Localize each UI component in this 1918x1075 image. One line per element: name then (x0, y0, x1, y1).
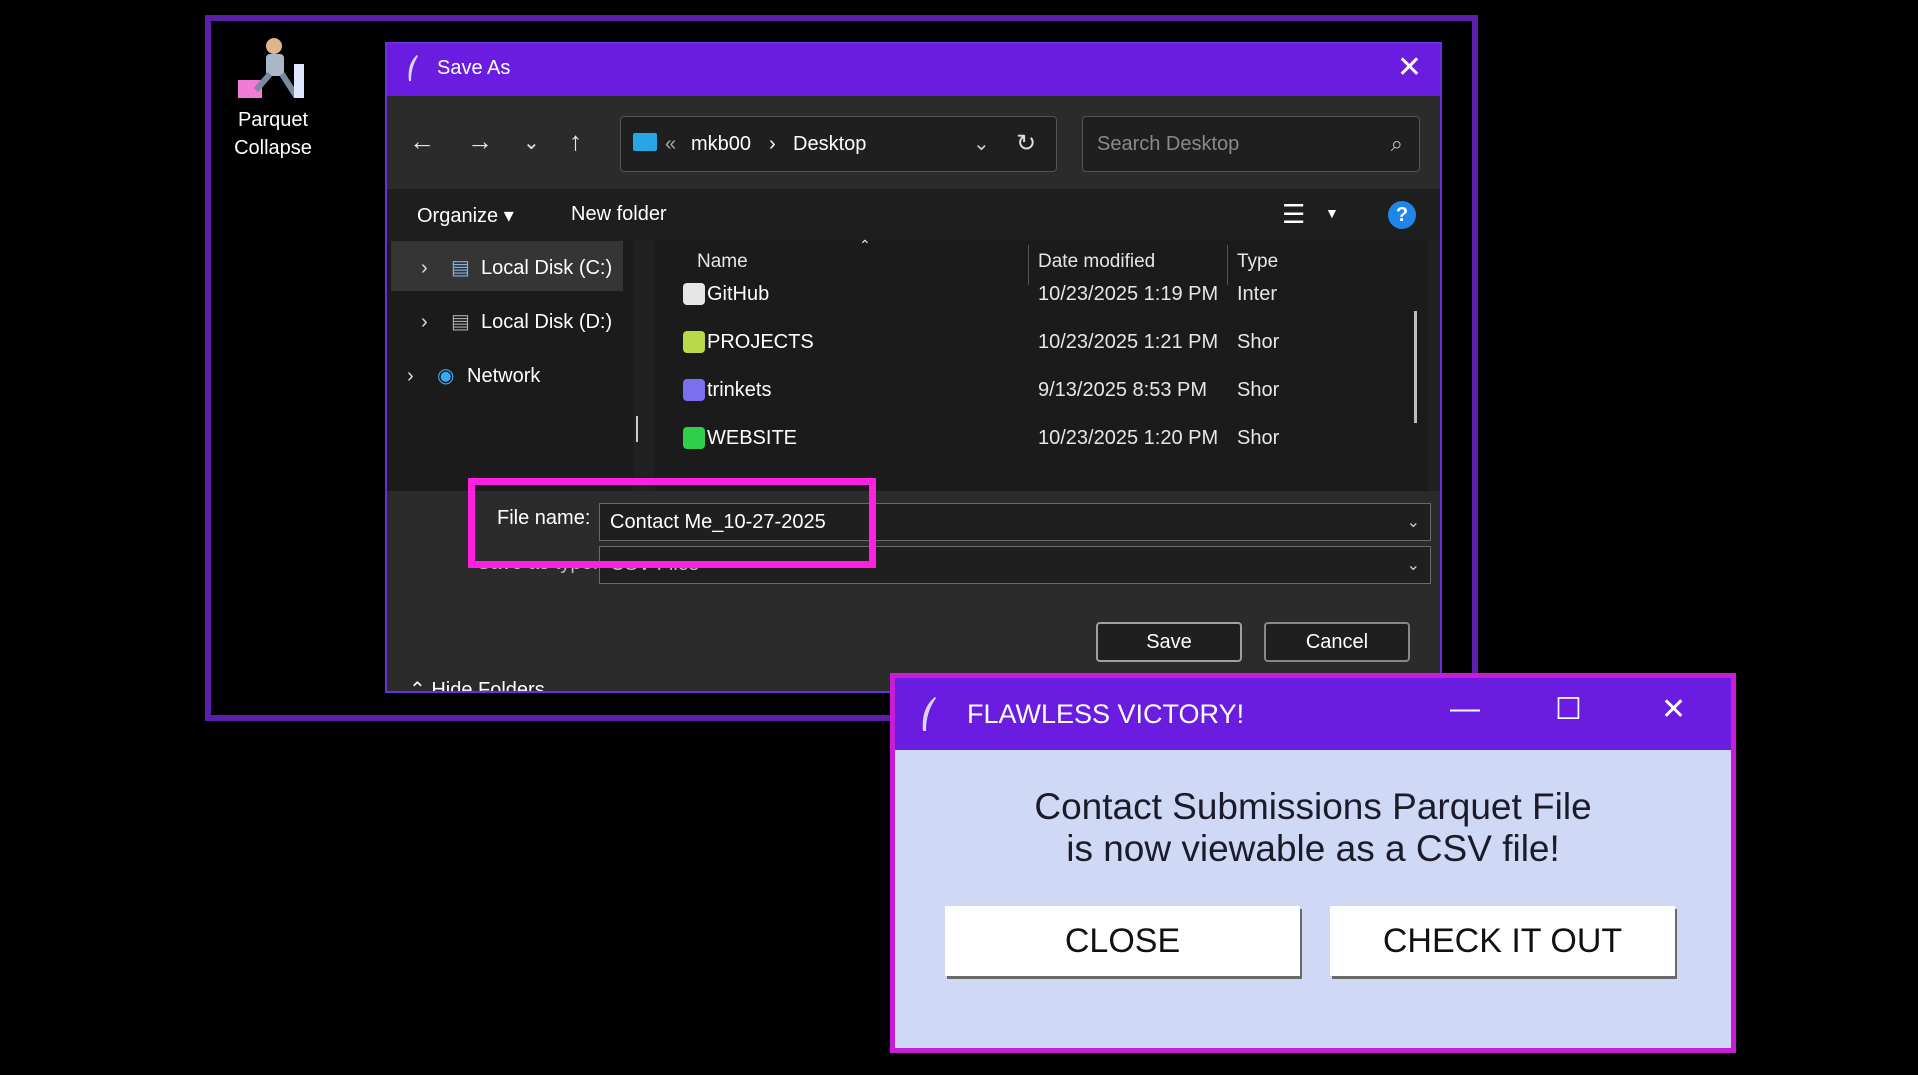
refresh-icon[interactable]: ↻ (1016, 129, 1036, 158)
save-as-titlebar[interactable]: Save As ✕ (387, 44, 1440, 96)
new-folder-button[interactable]: New folder (571, 203, 667, 226)
shortcut-icon (683, 427, 705, 449)
feather-icon (922, 697, 936, 731)
chevron-right-icon[interactable]: › (421, 311, 451, 334)
desktop-location-icon (633, 133, 657, 151)
victory-dialog: FLAWLESS VICTORY! — ☐ ✕ Contact Submissi… (890, 673, 1736, 1053)
folder-tree: › ▤ Local Disk (C:) › ▤ Local Disk (D:) › ◉ Ne… (387, 241, 638, 491)
up-arrow-icon[interactable]: ↑ (569, 126, 582, 157)
file-row[interactable]: GitHub 10/23/2025 1:19 PM Inter (655, 275, 1428, 319)
file-date: 10/23/2025 1:20 PM (1038, 427, 1219, 449)
file-row[interactable]: trinkets 9/13/2025 8:53 PM Shor (655, 371, 1428, 415)
file-type: Inter (1237, 283, 1278, 305)
file-type: Shor (1237, 379, 1280, 401)
file-date: 9/13/2025 8:53 PM (1038, 379, 1208, 401)
shortcut-icon (683, 331, 705, 353)
github-shortcut-icon (683, 283, 705, 305)
desktop-icon-label-2: Collapse (234, 137, 312, 159)
file-name: trinkets (707, 379, 772, 401)
close-button[interactable]: CLOSE (945, 906, 1300, 976)
tree-item-network[interactable]: › ◉ Network (407, 363, 540, 388)
file-date: 10/23/2025 1:19 PM (1038, 283, 1219, 305)
network-icon: ◉ (437, 365, 455, 387)
file-name-highlight-box (468, 478, 876, 568)
navigation-bar: ← → ⌄ ↑ « mkb00 › Desktop ⌄ ↻ Search Des… (387, 96, 1440, 189)
file-row[interactable]: WEBSITE 10/23/2025 1:20 PM Shor (655, 419, 1428, 463)
tree-item-local-disk-c[interactable]: › ▤ Local Disk (C:) (421, 255, 612, 280)
file-date: 10/23/2025 1:21 PM (1038, 331, 1219, 353)
column-header-name[interactable]: Name (697, 251, 748, 273)
file-type: Shor (1237, 427, 1280, 449)
feather-icon (408, 55, 418, 81)
save-button[interactable]: Save (1096, 622, 1242, 662)
victory-message: Contact Submissions Parquet File is now … (895, 786, 1731, 870)
organize-button[interactable]: Organize ▾ (417, 203, 514, 228)
chevron-up-icon: ⌃ (409, 679, 426, 693)
close-icon[interactable]: ✕ (1397, 52, 1422, 84)
sort-up-icon: ⌃ (859, 237, 871, 253)
tree-item-label: Local Disk (D:) (481, 311, 613, 333)
check-it-out-button[interactable]: CHECK IT OUT (1330, 906, 1675, 976)
search-box[interactable]: Search Desktop ⌕ (1082, 116, 1420, 172)
drive-icon: ▤ (451, 311, 470, 333)
cancel-button[interactable]: Cancel (1264, 622, 1410, 662)
victory-title: FLAWLESS VICTORY! (967, 699, 1245, 729)
save-as-dialog: Save As ✕ ← → ⌄ ↑ « mkb00 › Desktop ⌄ ↻ … (385, 42, 1442, 693)
drive-icon: ▤ (451, 257, 470, 279)
desktop-icon-label-1: Parquet (237, 109, 309, 131)
file-name: PROJECTS (707, 331, 814, 353)
file-row[interactable]: PROJECTS 10/23/2025 1:21 PM Shor (655, 323, 1428, 367)
save-as-title: Save As (437, 57, 511, 79)
breadcrumb-separator: › (769, 133, 776, 155)
tree-item-local-disk-d[interactable]: › ▤ Local Disk (D:) (421, 309, 612, 334)
help-icon[interactable]: ? (1388, 201, 1416, 229)
file-type: Shor (1237, 331, 1280, 353)
search-icon[interactable]: ⌕ (1391, 131, 1403, 157)
victory-message-line1: Contact Submissions Parquet File (1034, 786, 1592, 827)
hide-folders-label: Hide Folders (431, 679, 545, 693)
chevron-down-icon[interactable]: ⌄ (1407, 555, 1420, 575)
victory-titlebar[interactable]: FLAWLESS VICTORY! — ☐ ✕ (895, 678, 1731, 750)
vertical-scrollbar[interactable] (1414, 311, 1417, 423)
tree-item-label: Network (467, 365, 541, 387)
file-list: Name ⌃ Date modified Type GitHub 10/23/2… (655, 237, 1428, 514)
chevron-down-icon[interactable]: ⌄ (1407, 512, 1420, 532)
shortcut-icon (683, 379, 705, 401)
address-dropdown-icon[interactable]: ⌄ (973, 131, 990, 156)
search-placeholder: Search Desktop (1097, 133, 1240, 155)
column-header-date[interactable]: Date modified (1038, 251, 1155, 273)
chevron-right-icon[interactable]: › (407, 365, 437, 388)
chevron-right-icon[interactable]: › (421, 257, 451, 280)
back-arrow-icon[interactable]: ← (409, 126, 435, 157)
breadcrumb-desktop[interactable]: Desktop (793, 133, 866, 156)
file-name: WEBSITE (707, 427, 798, 449)
close-icon[interactable]: ✕ (1661, 692, 1686, 727)
minimize-icon[interactable]: — (1450, 692, 1480, 726)
address-bar[interactable]: « mkb00 › Desktop ⌄ ↻ (620, 116, 1057, 172)
maximize-icon[interactable]: ☐ (1555, 692, 1582, 727)
command-bar: Organize ▾ New folder ☰ ▼ (387, 189, 1440, 241)
forward-arrow-icon[interactable]: → (467, 126, 493, 157)
breadcrumb-mkb00[interactable]: mkb00 (691, 133, 751, 156)
recent-locations-chevron-icon[interactable]: ⌄ (523, 130, 540, 155)
parquet-collapse-desktop-icon[interactable]: Parquet Collapse (225, 34, 321, 162)
tree-item-label: Local Disk (C:) (481, 257, 613, 279)
parquet-collapse-icon (230, 34, 316, 106)
hide-folders-button[interactable]: ⌃ Hide Folders (409, 677, 545, 693)
view-options-icon[interactable]: ☰ (1282, 199, 1305, 230)
view-dropdown-icon[interactable]: ▼ (1325, 205, 1339, 221)
victory-message-line2: is now viewable as a CSV file! (1066, 828, 1560, 869)
breadcrumb-overflow[interactable]: « (665, 133, 676, 156)
tree-scrollbar[interactable] (636, 416, 638, 442)
column-header-type[interactable]: Type (1237, 251, 1278, 273)
file-name: GitHub (707, 283, 770, 305)
